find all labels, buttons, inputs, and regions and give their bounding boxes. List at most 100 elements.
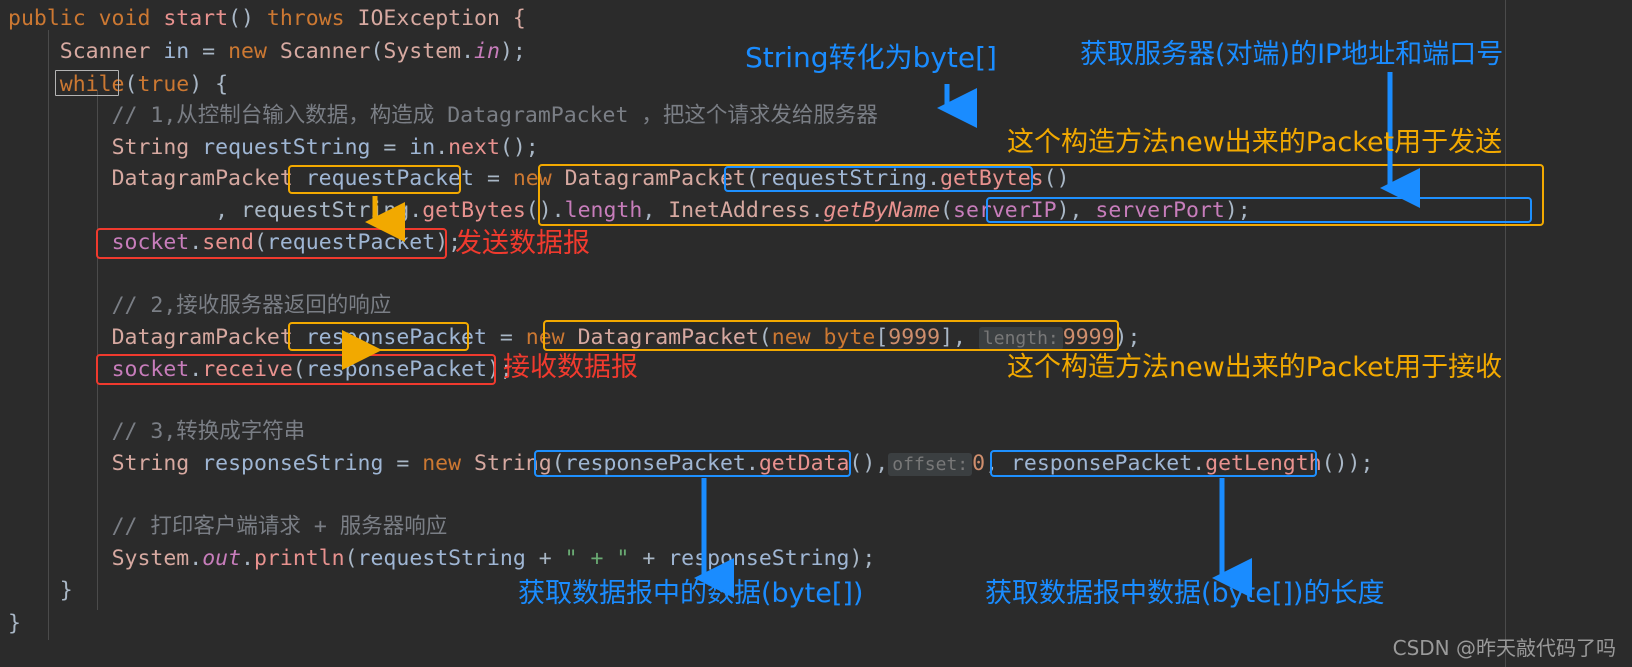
token-dot: . bbox=[241, 546, 254, 571]
token-dot: . bbox=[1192, 451, 1206, 476]
token-type-datagrampacket2: DatagramPacket bbox=[551, 166, 746, 191]
token-comment-3: // 3,转换成字符串 bbox=[111, 419, 306, 444]
token-field-in: in bbox=[474, 39, 500, 64]
token-tail: (); bbox=[499, 135, 539, 160]
code-line-2: Scanner in = new Scanner(System.in); bbox=[8, 41, 526, 63]
token-assign: = bbox=[202, 39, 229, 64]
token-keyword-void: void bbox=[85, 6, 164, 31]
token-lparen: ( bbox=[344, 546, 358, 571]
token-type-string3: String bbox=[461, 451, 552, 476]
token-dot: . bbox=[189, 357, 203, 382]
token-assign: = bbox=[499, 325, 526, 350]
code-line-3: while(true) { bbox=[8, 74, 228, 96]
token-field-out: out bbox=[202, 546, 242, 571]
token-method-getdata: getData bbox=[758, 451, 850, 476]
token-assign: = bbox=[396, 451, 423, 476]
token-rbracket: ], bbox=[940, 325, 979, 350]
code-line-15: String responseString = new String(respo… bbox=[8, 453, 1373, 476]
token-number-0: 0 bbox=[972, 451, 986, 476]
indent-guide bbox=[1505, 0, 1506, 667]
code-editor[interactable]: public void start() throws IOException {… bbox=[0, 0, 1632, 667]
param-hint-length: length: bbox=[978, 327, 1063, 350]
token-number-9999b: 9999 bbox=[1062, 325, 1115, 350]
token-var-responsepacket: responsePacket bbox=[292, 325, 500, 350]
token-parens: () bbox=[1321, 451, 1348, 476]
token-type-ioexception: IOException { bbox=[344, 6, 526, 31]
annotation-get-packet-data: 获取数据报中的数据(byte[]) bbox=[518, 578, 864, 609]
token-lparen: ( bbox=[758, 325, 772, 350]
token-keyword-new: new bbox=[512, 166, 552, 191]
token-method-getlength: getLength bbox=[1205, 451, 1322, 476]
token-field-socket2: socket bbox=[111, 357, 190, 382]
code-line-12: socket.receive(responsePacket); bbox=[8, 359, 513, 381]
token-comma: , bbox=[642, 198, 669, 223]
code-line-17-comment: // 打印客户端请求 + 服务器响应 bbox=[8, 514, 448, 539]
token-method-getbytes2: getBytes bbox=[422, 198, 526, 223]
code-line-19: } bbox=[8, 580, 73, 602]
token-type-datagrampacket3: DatagramPacket bbox=[111, 325, 293, 350]
token-comment-4: // 打印客户端请求 + 服务器响应 bbox=[111, 514, 448, 539]
code-line-8: socket.send(requestPacket); bbox=[8, 230, 462, 255]
token-type-scanner2: Scanner bbox=[266, 39, 371, 64]
token-var-responsestring2: responseString bbox=[668, 546, 850, 571]
param-hint-offset: offset: bbox=[888, 453, 973, 476]
code-line-1: public void start() throws IOException { bbox=[8, 8, 526, 30]
token-var-responsestring: responseString bbox=[189, 451, 397, 476]
token-lparen: ( bbox=[370, 39, 384, 64]
token-keyword-new2: new bbox=[771, 325, 811, 350]
annotation-get-server-ip-port: 获取服务器(对端)的IP地址和端口号 bbox=[1080, 39, 1504, 70]
token-keyword-byte: byte bbox=[810, 325, 876, 350]
token-method-start: start bbox=[163, 6, 229, 31]
token-comma-requeststring: , requestString bbox=[215, 198, 410, 223]
token-type-inetaddress: InetAddress bbox=[668, 198, 811, 223]
token-field-serverip: serverIP bbox=[953, 198, 1057, 223]
annotation-string-to-bytes: String转化为byte[] bbox=[745, 41, 997, 74]
code-line-11: DatagramPacket responsePacket = new Data… bbox=[8, 327, 1140, 350]
token-dot: . bbox=[810, 198, 824, 223]
token-keyword-throws: throws bbox=[266, 6, 345, 31]
token-tail: ); bbox=[1347, 451, 1374, 476]
token-tail: ) { bbox=[189, 72, 229, 97]
token-dot: . bbox=[409, 198, 423, 223]
code-line-18: System.out.println(requestString + " + "… bbox=[8, 546, 876, 571]
code-line-14-comment: // 3,转换成字符串 bbox=[8, 419, 306, 444]
token-lbracket: [ bbox=[875, 325, 889, 350]
token-var-in: in bbox=[409, 135, 436, 160]
watermark: CSDN @昨天敲代码了吗 bbox=[1392, 636, 1616, 660]
token-dot: . bbox=[189, 230, 203, 255]
token-dot: . bbox=[461, 39, 475, 64]
token-comma2: ), bbox=[1056, 198, 1096, 223]
token-keyword-public: public bbox=[8, 6, 86, 31]
token-type-string: String bbox=[111, 135, 190, 160]
token-keyword-true: true bbox=[137, 72, 190, 97]
token-tail: ); bbox=[1224, 198, 1251, 223]
token-keyword-while: while bbox=[59, 72, 125, 97]
annotation-send-datagram: 发送数据报 bbox=[455, 228, 590, 259]
token-number-9999: 9999 bbox=[888, 325, 941, 350]
token-plus: + bbox=[538, 546, 565, 571]
code-line-5: String requestString = in.next(); bbox=[8, 137, 539, 159]
token-close-brace-1: } bbox=[59, 578, 73, 603]
token-string-literal: " + " bbox=[564, 546, 630, 571]
token-var-in: in bbox=[150, 39, 203, 64]
token-lparen: ( bbox=[124, 72, 138, 97]
token-dot: . bbox=[745, 451, 759, 476]
code-line-20: } bbox=[8, 613, 21, 635]
token-method-send: send bbox=[202, 230, 254, 255]
token-var-requeststring: requestString bbox=[189, 135, 384, 160]
token-var-responsepacket2: responsePacket bbox=[305, 357, 487, 382]
code-line-6: DatagramPacket requestPacket = new Datag… bbox=[8, 168, 1070, 190]
token-lparen: ( bbox=[253, 230, 267, 255]
token-keyword-new: new bbox=[525, 325, 565, 350]
token-type-datagrampacket4: DatagramPacket bbox=[564, 325, 759, 350]
